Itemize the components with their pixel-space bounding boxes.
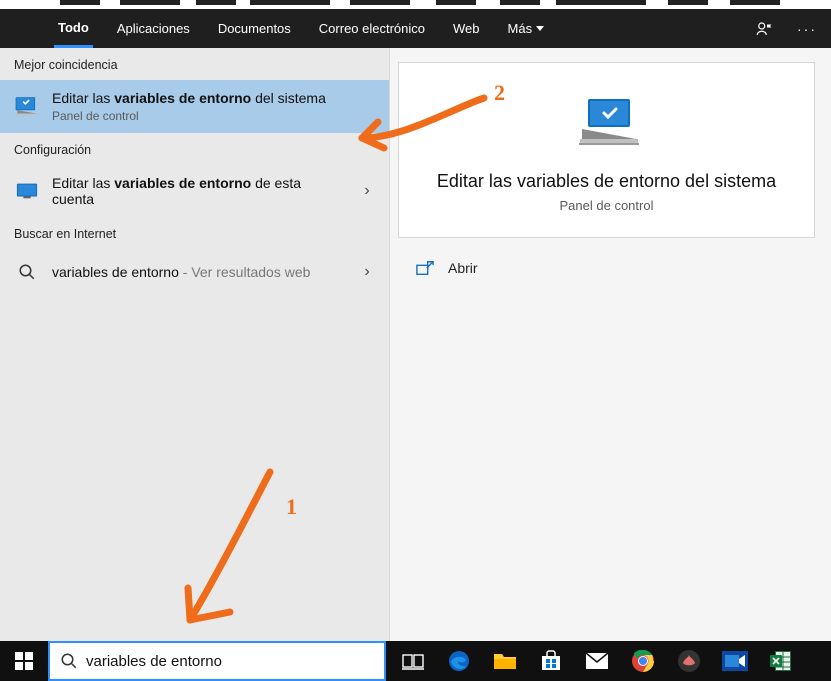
tab-web[interactable]: Web: [449, 9, 484, 48]
chevron-right-icon: ›: [357, 263, 377, 281]
preview-column: Editar las variables de entorno del sist…: [390, 48, 831, 641]
result-subtitle: Panel de control: [52, 109, 377, 123]
task-view-icon[interactable]: [390, 641, 436, 681]
monitor-small-icon: [14, 178, 40, 204]
store-icon[interactable]: [528, 641, 574, 681]
tab-label: Correo electrónico: [319, 21, 425, 36]
monitor-large-icon: [572, 93, 642, 153]
header-actions: ···: [755, 9, 817, 48]
preview-title: Editar las variables de entorno del sist…: [417, 171, 796, 192]
tab-todo[interactable]: Todo: [54, 9, 93, 48]
tab-correo[interactable]: Correo electrónico: [315, 9, 429, 48]
open-icon: [416, 260, 434, 276]
mail-icon[interactable]: [574, 641, 620, 681]
result-user-env-vars[interactable]: Editar las variables de entorno de esta …: [0, 165, 389, 217]
taskbar: [0, 641, 831, 681]
edge-icon[interactable]: [436, 641, 482, 681]
search-icon: [60, 652, 78, 670]
excel-icon[interactable]: [758, 641, 804, 681]
result-title: Editar las variables de entorno de esta …: [52, 175, 345, 207]
camera-app-icon[interactable]: [712, 641, 758, 681]
more-options-icon[interactable]: ···: [797, 21, 817, 37]
section-internet: Buscar en Internet: [0, 217, 389, 249]
open-label: Abrir: [448, 260, 478, 276]
result-system-env-vars[interactable]: Editar las variables de entorno del sist…: [0, 80, 389, 133]
chevron-right-icon: ›: [357, 182, 377, 200]
tab-label: Todo: [58, 20, 89, 35]
result-web-search[interactable]: variables de entorno - Ver resultados we…: [0, 249, 389, 295]
monitor-icon: [14, 94, 40, 120]
results-column: Mejor coincidencia Editar las variables …: [0, 48, 390, 641]
tab-label: Web: [453, 21, 480, 36]
window-top-edge: [0, 0, 831, 9]
search-icon: [14, 259, 40, 285]
feedback-icon[interactable]: [755, 20, 773, 38]
tab-label: Documentos: [218, 21, 291, 36]
result-title: variables de entorno - Ver resultados we…: [52, 264, 345, 280]
open-action[interactable]: Abrir: [416, 260, 815, 276]
tab-label: Aplicaciones: [117, 21, 190, 36]
result-title: Editar las variables de entorno del sist…: [52, 90, 377, 106]
tab-documentos[interactable]: Documentos: [214, 9, 295, 48]
start-button[interactable]: [0, 641, 48, 681]
tab-mas[interactable]: Más: [504, 9, 549, 48]
chevron-down-icon: [536, 26, 544, 31]
search-body: Mejor coincidencia Editar las variables …: [0, 48, 831, 641]
section-configuracion: Configuración: [0, 133, 389, 165]
app-icon-1[interactable]: [666, 641, 712, 681]
tab-aplicaciones[interactable]: Aplicaciones: [113, 9, 194, 48]
taskbar-search-box[interactable]: [48, 641, 386, 681]
preview-card: Editar las variables de entorno del sist…: [398, 62, 815, 238]
taskbar-icons: [390, 641, 804, 681]
search-header: Todo Aplicaciones Documentos Correo elec…: [0, 9, 831, 48]
file-explorer-icon[interactable]: [482, 641, 528, 681]
tab-label: Más: [508, 21, 533, 36]
chrome-icon[interactable]: [620, 641, 666, 681]
search-input[interactable]: [86, 653, 374, 670]
preview-subtitle: Panel de control: [417, 198, 796, 213]
section-best-match: Mejor coincidencia: [0, 48, 389, 80]
